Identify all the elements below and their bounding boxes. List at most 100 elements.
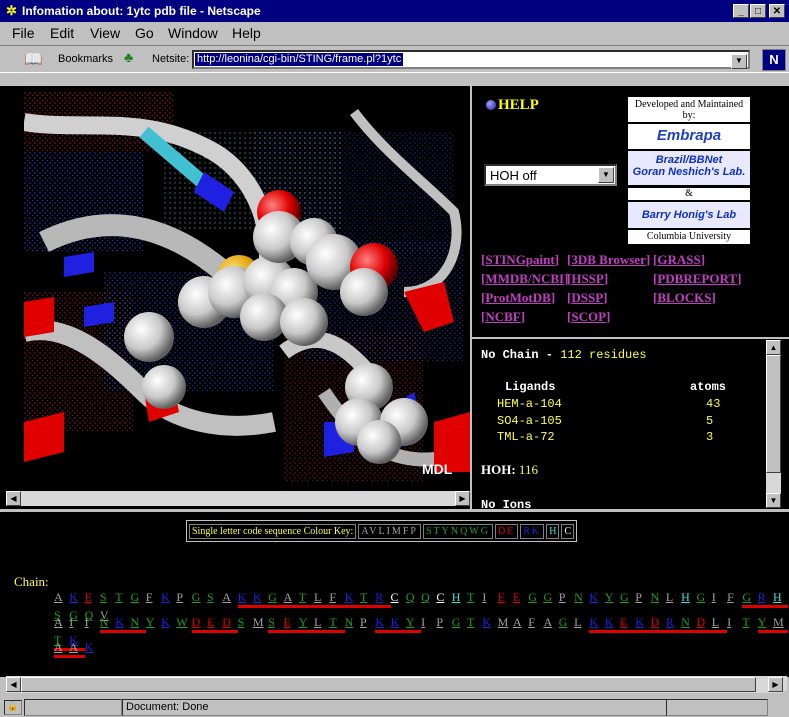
ligand-name[interactable]: TML-a-72 xyxy=(497,430,555,444)
residue[interactable]: G xyxy=(620,590,635,605)
residue[interactable]: E xyxy=(85,590,100,605)
residue[interactable]: R xyxy=(757,590,773,608)
residue[interactable]: T xyxy=(329,615,345,633)
link-pdbreport[interactable]: [PDBREPORT] xyxy=(653,271,741,287)
residue[interactable]: K xyxy=(252,590,269,608)
residue[interactable]: T xyxy=(298,590,315,608)
link-hssp[interactable]: [HSSP] xyxy=(567,271,608,287)
menu-view[interactable]: View xyxy=(90,25,120,41)
residue[interactable]: T xyxy=(359,590,376,608)
residue[interactable]: L xyxy=(574,615,589,630)
chevron-down-icon[interactable]: ▼ xyxy=(598,167,614,183)
residue[interactable]: G xyxy=(268,590,284,608)
residue[interactable]: T xyxy=(467,590,482,605)
embrapa-logo[interactable]: Embrapa xyxy=(628,124,750,149)
residue[interactable]: P xyxy=(176,590,191,605)
residue[interactable]: S xyxy=(268,615,284,633)
residue[interactable]: C xyxy=(436,590,451,605)
residue[interactable]: I xyxy=(85,615,100,630)
residue[interactable]: G xyxy=(559,615,574,630)
bookmarks-icon[interactable]: 📖 xyxy=(24,50,46,68)
residue[interactable]: G xyxy=(528,590,543,605)
viewer-hscrollbar[interactable]: ◀ ▶ xyxy=(6,491,470,506)
residue[interactable]: D xyxy=(696,615,712,633)
residue[interactable]: M xyxy=(498,615,513,630)
residue[interactable]: G xyxy=(452,615,467,630)
residue[interactable]: I xyxy=(712,590,727,605)
residue[interactable]: Y xyxy=(298,615,315,633)
link-ncbf[interactable]: [NCBF] xyxy=(481,309,525,325)
residue[interactable]: K xyxy=(69,590,84,605)
residue[interactable]: Y xyxy=(757,615,773,633)
residue[interactable]: A xyxy=(222,590,237,605)
residue[interactable]: H xyxy=(452,590,467,605)
residue[interactable]: I xyxy=(727,615,742,630)
residue[interactable]: W xyxy=(176,615,191,630)
residue[interactable]: M xyxy=(253,615,268,630)
residue[interactable]: R xyxy=(665,615,682,633)
residue[interactable]: C xyxy=(391,590,406,605)
link-protmotdb[interactable]: [ProtMotDB] xyxy=(481,290,555,306)
menu-edit[interactable]: Edit xyxy=(50,25,74,41)
residue[interactable]: L xyxy=(314,615,330,633)
maximize-button[interactable]: □ xyxy=(750,4,766,18)
residue[interactable]: G xyxy=(544,590,559,605)
scroll-right-icon[interactable]: ▶ xyxy=(768,677,783,692)
residue[interactable]: N xyxy=(345,615,360,630)
residue[interactable]: G xyxy=(742,590,758,608)
residue[interactable]: K xyxy=(85,640,100,655)
brazil-bbnet-link[interactable]: Brazil/BBNet Goran Neshich's Lab. xyxy=(628,151,750,185)
residue[interactable]: N xyxy=(651,590,666,605)
link-3db-browser[interactable]: [3DB Browser] xyxy=(567,252,650,268)
residue[interactable]: K xyxy=(635,615,651,633)
scroll-left-icon[interactable]: ◀ xyxy=(6,677,21,692)
residue[interactable]: E xyxy=(283,615,299,633)
residue[interactable]: K xyxy=(390,615,406,633)
residue[interactable]: A xyxy=(544,615,559,630)
residue[interactable]: K xyxy=(604,615,620,633)
residue[interactable]: L xyxy=(711,615,728,633)
info-vscrollbar[interactable]: ▲ ▼ xyxy=(766,340,781,508)
link-mmdb-ncbi[interactable]: [MMDB/NCBI] xyxy=(481,271,568,287)
residue[interactable]: F xyxy=(329,590,345,608)
residue[interactable]: P xyxy=(635,590,650,605)
residue[interactable]: T xyxy=(115,590,130,605)
ligand-name[interactable]: HEM-a-104 xyxy=(497,397,562,411)
residue[interactable]: K xyxy=(344,590,360,608)
residue[interactable]: R xyxy=(375,590,391,608)
residue[interactable]: A xyxy=(513,615,528,630)
molecule-viewer[interactable]: MDL xyxy=(24,92,470,484)
residue[interactable]: K xyxy=(589,615,605,633)
residue[interactable]: T xyxy=(742,615,757,630)
residue[interactable]: G xyxy=(130,590,145,605)
residue[interactable]: E xyxy=(619,615,636,633)
residue[interactable]: N xyxy=(99,615,116,633)
scroll-thumb[interactable] xyxy=(766,355,781,473)
minimize-button[interactable]: _ xyxy=(733,4,749,18)
url-text[interactable]: http://leonina/cgi-bin/STING/frame.pl?1y… xyxy=(195,53,404,66)
residue[interactable]: F xyxy=(727,590,742,605)
menu-file[interactable]: File xyxy=(12,25,35,41)
scroll-left-icon[interactable]: ◀ xyxy=(6,491,21,506)
chevron-down-icon[interactable]: ▼ xyxy=(731,54,747,69)
residue[interactable]: N xyxy=(681,615,697,633)
link-stingpaint[interactable]: [STINGpaint] xyxy=(481,252,559,268)
link-blocks[interactable]: [BLOCKS] xyxy=(653,290,716,306)
link-grass[interactable]: [GRASS] xyxy=(653,252,705,268)
bookmarks-button[interactable]: Bookmarks xyxy=(58,53,113,65)
residue[interactable]: I xyxy=(69,615,84,630)
ligand-name[interactable]: SO4-a-105 xyxy=(497,414,562,428)
residue[interactable]: E xyxy=(498,590,513,605)
close-button[interactable]: ✕ xyxy=(769,4,785,18)
residue[interactable]: S xyxy=(207,590,222,605)
residue[interactable]: A xyxy=(54,590,69,605)
residue[interactable]: D xyxy=(650,615,666,633)
residue[interactable]: F xyxy=(528,615,543,630)
residue[interactable]: Y xyxy=(146,615,161,630)
residue[interactable]: M xyxy=(772,615,789,633)
menu-help[interactable]: Help xyxy=(232,25,261,41)
residue[interactable]: A xyxy=(54,640,70,658)
scroll-right-icon[interactable]: ▶ xyxy=(455,491,470,506)
residue[interactable]: D xyxy=(191,615,207,633)
residue[interactable]: A xyxy=(283,590,299,608)
